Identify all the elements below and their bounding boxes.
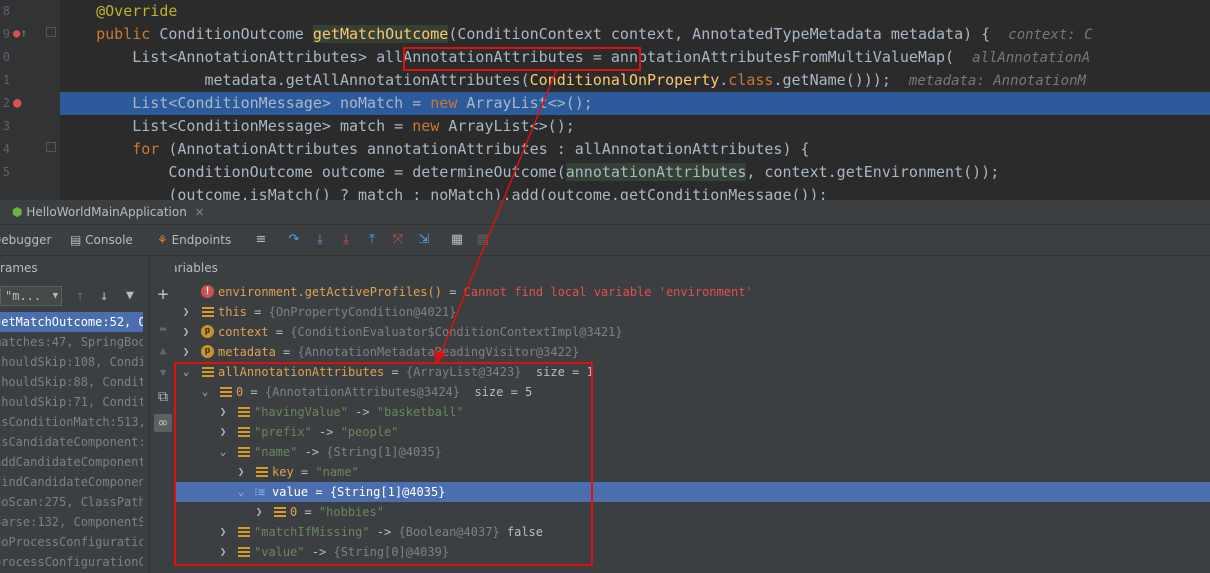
inline-debug-hint: allAnnotationA	[972, 50, 1091, 66]
code-line: (outcome.isMatch() ? match : noMatch).ad…	[168, 186, 828, 200]
code-line: public ConditionOutcome getMatchOutcome(…	[96, 25, 1093, 43]
fold-icon[interactable]	[46, 27, 56, 37]
frame-item[interactable]: matches:47, SpringBootCondition	[0, 332, 143, 352]
gutter-line: 4	[0, 138, 60, 161]
fold-icon[interactable]	[46, 142, 56, 152]
endpoints-icon: ⚘	[157, 233, 172, 247]
code-line: @Override	[96, 2, 178, 20]
code-line: for (AnnotationAttributes annotationAttr…	[132, 140, 810, 158]
gutter-line: 1	[2, 73, 10, 87]
spring-boot-icon: ⬢	[12, 205, 23, 219]
chevron-right-icon[interactable]: ❯	[180, 342, 192, 362]
field-icon	[202, 307, 214, 317]
code-editor[interactable]: 8 9 ●↑ 0 1 2 ● 3 4 5 @Override public Cond…	[0, 0, 1210, 200]
debugger-toolbar: Debugger ▤ Console ⚘ Endpoints ≡ ↷ ⤓ ⤓ ⤒…	[0, 225, 1210, 256]
frame-item[interactable]: shouldSkip:108, ConditionEvaluator	[0, 352, 143, 372]
highlight-box-variables	[174, 362, 593, 566]
run-config-tab[interactable]: ⬢ HelloWorldMainApplication ×	[12, 204, 205, 222]
close-tab-icon[interactable]: ×	[191, 205, 204, 219]
variable-row[interactable]: ! environment.getActiveProfiles() = Cann…	[175, 282, 1210, 302]
inline-debug-hint: context: C	[1008, 27, 1093, 43]
frame-item[interactable]: getMatchOutcome:52, OnPropertyCondition	[0, 312, 143, 332]
remove-watch-icon[interactable]: ▬	[154, 320, 172, 338]
tab-console[interactable]: ▤ Console	[70, 232, 133, 248]
parameter-icon: p	[201, 325, 214, 338]
error-icon: !	[201, 285, 214, 298]
step-into-icon[interactable]: ⤓	[338, 232, 354, 248]
step-out-icon[interactable]: ⤒	[364, 232, 380, 248]
console-icon: ▤	[70, 233, 86, 247]
code-line: metadata.getAllAnnotationAttributes(Cond…	[204, 71, 1086, 89]
frame-item[interactable]: shouldSkip:71, ConditionEvaluator	[0, 392, 143, 412]
highlight-box-editor	[403, 47, 641, 71]
method-name: getMatchOutcome	[312, 25, 449, 43]
frame-item[interactable]: isConditionMatch:513, ClassPathScanning	[0, 412, 143, 432]
show-execution-point-icon[interactable]: ↷	[286, 232, 302, 248]
code-line: ConditionOutcome outcome = determineOutc…	[168, 163, 1000, 181]
frame-item[interactable]: doProcessConfigurationClass	[0, 532, 143, 552]
run-tab-bar: ⬢ HelloWorldMainApplication ×	[0, 200, 1210, 225]
frame-item[interactable]: addCandidateComponentsFromIndex	[0, 452, 143, 472]
run-to-cursor-icon[interactable]: ⇲	[416, 232, 432, 248]
code-line: List<ConditionMessage> match = new Array…	[132, 117, 575, 135]
frame-item[interactable]: findCandidateComponents	[0, 472, 143, 492]
frame-item[interactable]: doScan:275, ClassPathBeanDefinitionScann…	[0, 492, 143, 512]
step-over-icon[interactable]: ⤓	[312, 232, 328, 248]
parameter-icon: p	[201, 345, 214, 358]
gutter-line: 2 ●	[2, 95, 22, 111]
trace-icon[interactable]: ▤	[475, 232, 491, 248]
tab-debugger[interactable]: Debugger	[0, 232, 51, 248]
move-down-icon[interactable]: ▼	[154, 364, 172, 382]
move-up-icon[interactable]: ▲	[154, 342, 172, 360]
arrow-up-icon[interactable]: ↑	[76, 288, 84, 304]
frame-item[interactable]: shouldSkip:88, ConditionEvaluator	[0, 372, 143, 392]
gutter-line: 5	[2, 165, 10, 179]
chevron-right-icon[interactable]: ❯	[180, 302, 192, 322]
variable-row[interactable]: ❯ p context = {ConditionEvaluator$Condit…	[175, 322, 1210, 342]
copy-icon[interactable]: ⧉	[154, 388, 172, 406]
evaluate-expression-icon[interactable]: ▦	[449, 232, 465, 248]
inline-debug-hint: metadata: AnnotationM	[908, 73, 1086, 89]
chevron-down-icon: ▼	[52, 291, 58, 301]
variables-header: Variables	[175, 261, 218, 275]
gutter-line: 0	[2, 50, 10, 64]
frame-item[interactable]: isCandidateComponent:49	[0, 432, 143, 452]
gutter-line: 8	[2, 4, 10, 18]
add-watch-icon[interactable]: +	[154, 286, 172, 304]
drop-frame-icon[interactable]: ⤧	[390, 232, 406, 248]
arrow-down-icon[interactable]: ↓	[100, 288, 108, 304]
tab-endpoints[interactable]: ⚘ Endpoints	[157, 232, 231, 248]
frame-item[interactable]: parse:132, ComponentScanAnnotationParser	[0, 512, 143, 532]
variable-row[interactable]: ❯ this = {OnPropertyCondition@4021}	[175, 302, 1210, 322]
filter-icon[interactable]: ▼	[126, 288, 134, 303]
current-execution-line: List<ConditionMessage> noMatch = new Arr…	[60, 92, 1210, 115]
variables-side-toolbar: + ▬ ▲ ▼ ⧉ ∞	[150, 256, 174, 573]
frames-header: Frames	[0, 261, 38, 275]
variable-row[interactable]: ❯ p metadata = {AnnotationMetadataReadin…	[175, 342, 1210, 362]
breakpoint-icon[interactable]: ●	[13, 95, 21, 111]
threads-view-icon[interactable]: ≡	[253, 232, 269, 248]
gutter-line: 3	[2, 119, 10, 133]
gutter-line: 9 ●↑	[0, 23, 60, 46]
show-watches-icon[interactable]: ∞	[154, 414, 172, 432]
frame-item[interactable]: processConfigurationClass	[0, 552, 143, 572]
editor-gutter: 8 9 ●↑ 0 1 2 ● 3 4 5	[0, 0, 60, 200]
override-marker-icon[interactable]: ●↑	[13, 26, 27, 40]
chevron-right-icon[interactable]: ❯	[180, 322, 192, 342]
frames-panel: Frames "m...▼ ↑ ↓ ▼ getMatchOutcome:52, …	[0, 256, 150, 573]
thread-select[interactable]: "m... ▼	[0, 286, 62, 306]
